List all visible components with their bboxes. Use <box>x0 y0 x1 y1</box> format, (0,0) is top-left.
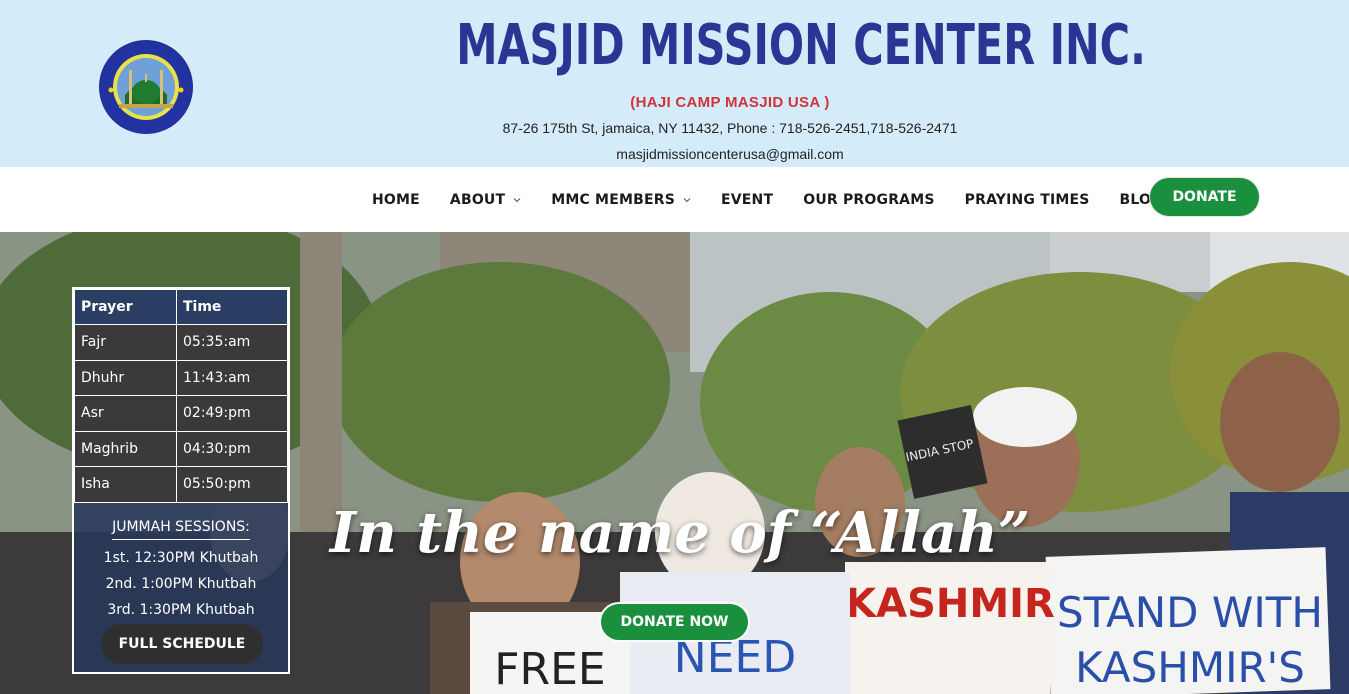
full-schedule-button[interactable]: FULL SCHEDULE <box>101 624 263 664</box>
table-row: Fajr 05:35:am <box>74 324 288 361</box>
prayer-time: 02:49:pm <box>176 395 288 432</box>
chevron-down-icon <box>513 197 521 202</box>
nav-item-label: MMC MEMBERS <box>551 191 675 208</box>
nav-item-mmc-members[interactable]: MMC MEMBERS <box>551 192 691 208</box>
column-header-prayer: Prayer <box>74 289 177 325</box>
prayer-time: 05:50:pm <box>176 466 288 503</box>
prayer-name: Isha <box>74 466 177 503</box>
prayer-time: 04:30:pm <box>176 430 288 467</box>
prayer-times-panel: Prayer Time Fajr 05:35:am Dhuhr 11:43:am… <box>72 287 290 674</box>
nav-item-label: PRAYING TIMES <box>964 191 1090 208</box>
jummah-session: 2nd. 1:00PM Khutbah <box>105 575 257 592</box>
jummah-sessions: JUMMAH SESSIONS: 1st. 12:30PM Khutbah 2n… <box>74 503 288 626</box>
site-address: 87-26 175th St, jamaica, NY 11432, Phone… <box>502 120 958 136</box>
chevron-down-icon <box>683 197 691 202</box>
hero-sign-free-text: FREE <box>494 644 605 694</box>
prayer-times-table: Prayer Time Fajr 05:35:am Dhuhr 11:43:am… <box>74 289 288 503</box>
table-row: Isha 05:50:pm <box>74 466 288 503</box>
prayer-name: Maghrib <box>74 430 177 467</box>
donate-now-button[interactable]: DONATE NOW <box>599 602 750 642</box>
mosque-logo-icon[interactable] <box>99 40 193 134</box>
donate-button[interactable]: DONATE <box>1150 178 1259 216</box>
prayer-name: Asr <box>74 395 177 432</box>
hero-sign-kashmir-text: KASHMIR <box>845 581 1055 627</box>
hero-sign-kashmirs-text: KASHMIR'S <box>1075 643 1305 692</box>
jummah-session: 3rd. 1:30PM Khutbah <box>107 601 255 618</box>
site-header: MASJID MISSION CENTER INC. (HAJI CAMP MA… <box>0 0 1349 167</box>
table-row: Maghrib 04:30:pm <box>74 430 288 467</box>
table-header-row: Prayer Time <box>74 289 288 325</box>
prayer-name: Fajr <box>74 324 177 361</box>
hero-sign-stand-text: STAND WITH <box>1057 588 1323 637</box>
table-row: Asr 02:49:pm <box>74 395 288 432</box>
nav-item-label: HOME <box>372 191 420 208</box>
hero-title: In the name of “Allah” <box>329 500 1031 566</box>
nav-item-about[interactable]: ABOUT <box>450 192 521 208</box>
nav-item-label: EVENT <box>721 191 774 208</box>
nav-item-praying-times[interactable]: PRAYING TIMES <box>965 192 1090 208</box>
table-row: Dhuhr 11:43:am <box>74 359 288 396</box>
nav-item-home[interactable]: HOME <box>372 192 420 208</box>
nav-item-label: ABOUT <box>449 191 506 208</box>
prayer-time: 05:35:am <box>176 324 288 361</box>
nav-item-our-programs[interactable]: OUR PROGRAMS <box>803 192 934 208</box>
prayer-name: Dhuhr <box>74 359 177 396</box>
column-header-time: Time <box>176 289 288 325</box>
jummah-session: 1st. 12:30PM Khutbah <box>103 549 259 566</box>
main-navigation: HOME ABOUT MMC MEMBERS EVENT OUR PROGRAM… <box>0 167 1349 232</box>
nav-list: HOME ABOUT MMC MEMBERS EVENT OUR PROGRAM… <box>372 167 1209 232</box>
jummah-title: JUMMAH SESSIONS: <box>112 519 250 540</box>
prayer-time: 11:43:am <box>176 359 288 396</box>
nav-item-label: OUR PROGRAMS <box>803 191 935 208</box>
site-email[interactable]: masjidmissioncenterusa@gmail.com <box>380 146 1080 162</box>
nav-item-event[interactable]: EVENT <box>721 192 773 208</box>
site-subtitle: (HAJI CAMP MASJID USA ) <box>630 94 830 111</box>
site-title: MASJID MISSION CENTER INC. <box>456 13 1146 78</box>
